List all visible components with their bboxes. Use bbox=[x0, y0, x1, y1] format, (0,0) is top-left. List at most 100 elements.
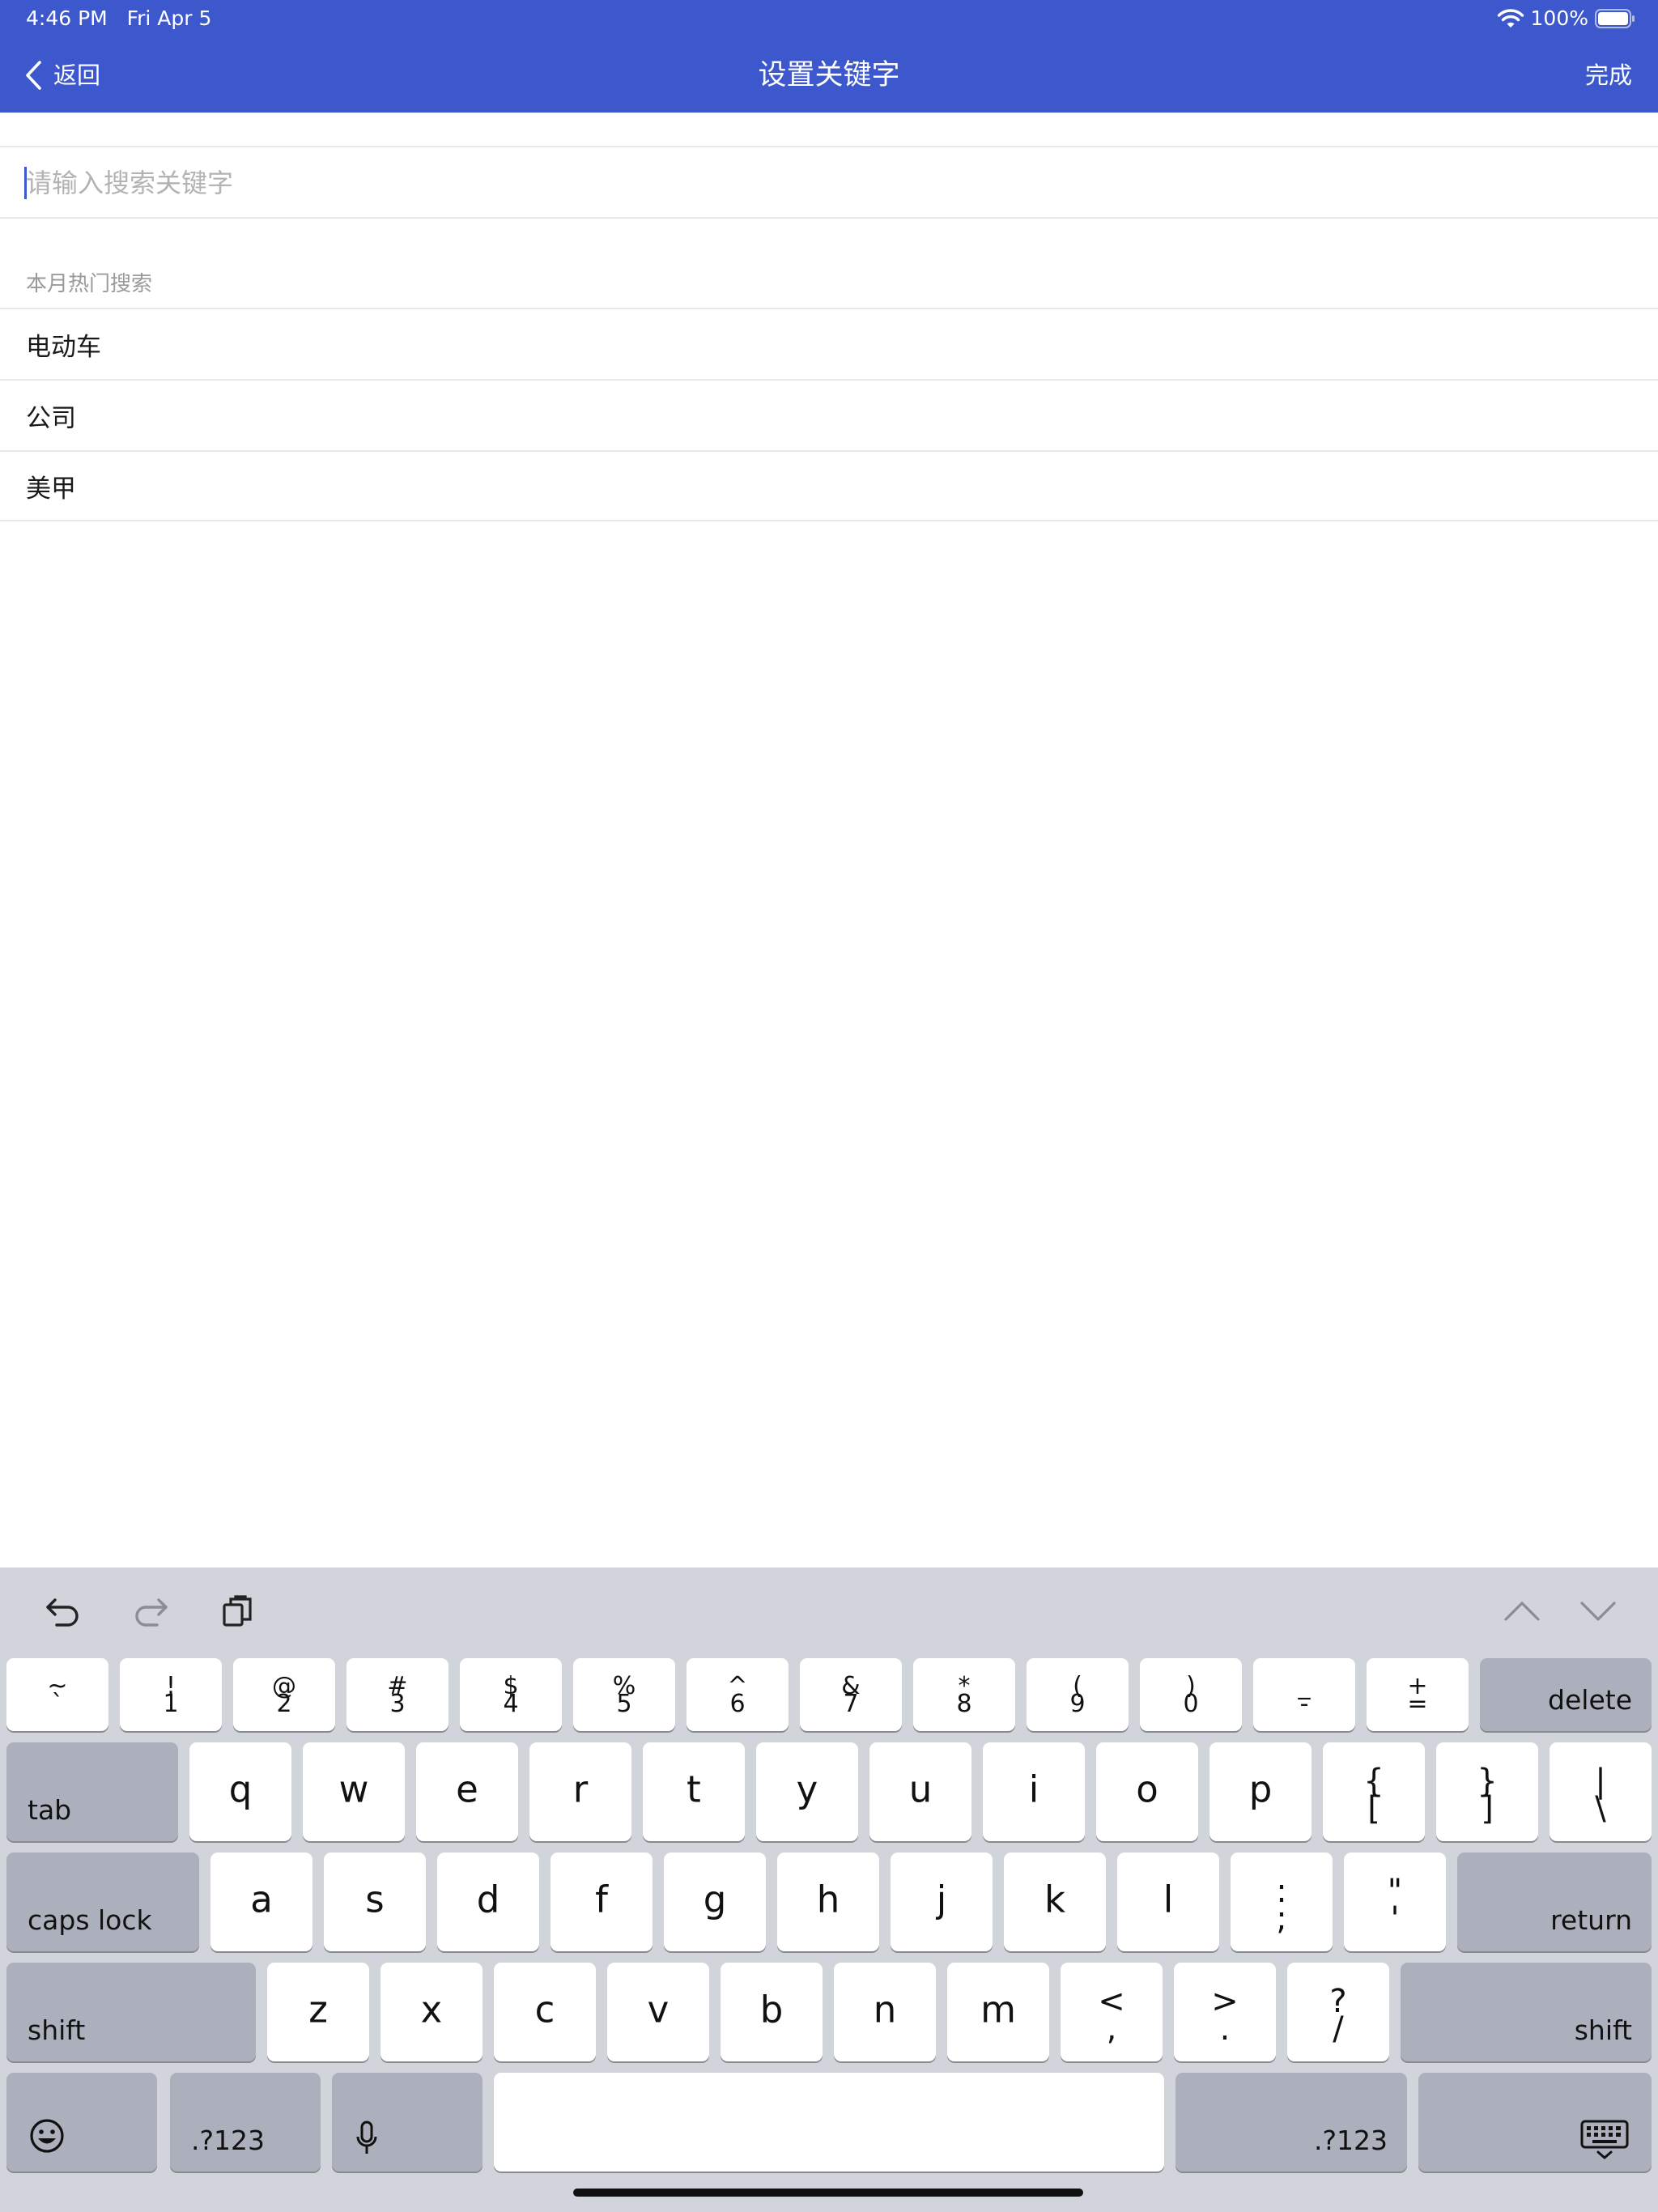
return-key[interactable]: return bbox=[1457, 1853, 1652, 1951]
key-base-label: 3 bbox=[389, 1690, 406, 1718]
wifi-icon bbox=[1497, 9, 1524, 28]
key-q[interactable]: q bbox=[189, 1742, 291, 1841]
key-d[interactable]: d bbox=[437, 1853, 539, 1951]
key-e[interactable]: e bbox=[416, 1742, 518, 1841]
key-label: x bbox=[420, 1988, 443, 2031]
key-`[interactable]: ~ ` bbox=[6, 1658, 108, 1731]
hot-search-item-label: 电动车 bbox=[26, 332, 101, 362]
key-semicolon[interactable]: :; bbox=[1231, 1853, 1333, 1951]
key-[-symbol[interactable]: {[ bbox=[1323, 1742, 1425, 1841]
caps-lock-key[interactable]: caps lock bbox=[6, 1853, 199, 1951]
key-y[interactable]: y bbox=[756, 1742, 858, 1841]
battery-percentage: 100% bbox=[1530, 6, 1588, 30]
key-1[interactable]: ! 1 bbox=[120, 1658, 222, 1731]
key-base-label: - bbox=[1299, 1690, 1309, 1718]
home-indicator bbox=[573, 2189, 1083, 2197]
previous-field-button[interactable] bbox=[1501, 1590, 1543, 1632]
key-l[interactable]: l bbox=[1117, 1853, 1219, 1951]
key-w[interactable]: w bbox=[303, 1742, 405, 1841]
key-c[interactable]: c bbox=[494, 1963, 596, 2061]
key-b[interactable]: b bbox=[721, 1963, 823, 2061]
key--[interactable]: _ - bbox=[1253, 1658, 1355, 1731]
numbers-key-label: .?123 bbox=[191, 2125, 265, 2156]
key-j[interactable]: j bbox=[891, 1853, 993, 1951]
key-2[interactable]: @2 bbox=[233, 1658, 335, 1731]
key-8[interactable]: * 8 bbox=[913, 1658, 1015, 1731]
dictation-key[interactable] bbox=[332, 2073, 483, 2172]
key-=[interactable]: + = bbox=[1367, 1658, 1469, 1731]
status-date-text: Fri Apr 5 bbox=[126, 6, 212, 30]
hot-search-item[interactable]: 美甲 bbox=[0, 450, 1658, 521]
key-k[interactable]: k bbox=[1004, 1853, 1106, 1951]
key-i[interactable]: i bbox=[983, 1742, 1085, 1841]
key-comma[interactable]: <, bbox=[1061, 1963, 1163, 2061]
key-r[interactable]: r bbox=[529, 1742, 631, 1841]
key-base-label: 4 bbox=[503, 1690, 519, 1718]
key-quote[interactable]: " ' bbox=[1344, 1853, 1446, 1951]
delete-key[interactable]: delete bbox=[1480, 1658, 1652, 1731]
key-3[interactable]: #3 bbox=[346, 1658, 449, 1731]
key-h[interactable]: h bbox=[777, 1853, 879, 1951]
key-4[interactable]: $4 bbox=[460, 1658, 562, 1731]
key-label: c bbox=[534, 1988, 555, 2031]
key-label: u bbox=[908, 1767, 933, 1811]
tab-key[interactable]: tab bbox=[6, 1742, 178, 1841]
next-field-button[interactable] bbox=[1577, 1590, 1619, 1632]
delete-key-label: delete bbox=[1548, 1684, 1632, 1716]
key-label: i bbox=[1028, 1767, 1039, 1811]
emoji-key[interactable] bbox=[6, 2073, 157, 2172]
key-p[interactable]: p bbox=[1209, 1742, 1312, 1841]
caps-lock-key-label: caps lock bbox=[28, 1904, 152, 1936]
key-t[interactable]: t bbox=[643, 1742, 745, 1841]
redo-icon bbox=[135, 1598, 168, 1627]
key-label: g bbox=[703, 1878, 727, 1921]
key-\-symbol[interactable]: | \ bbox=[1550, 1742, 1652, 1841]
paste-button[interactable] bbox=[217, 1590, 259, 1632]
keyboard-dismiss-key[interactable] bbox=[1418, 2073, 1652, 2172]
key-]-symbol[interactable]: }] bbox=[1436, 1742, 1538, 1841]
key-base-label: = bbox=[1407, 1690, 1428, 1718]
key-6[interactable]: ^ 6 bbox=[687, 1658, 789, 1731]
key-o[interactable]: o bbox=[1096, 1742, 1198, 1841]
key-7[interactable]: & 7 bbox=[800, 1658, 902, 1731]
shift-left-key[interactable]: shift bbox=[6, 1963, 256, 2061]
shift-right-key[interactable]: shift bbox=[1401, 1963, 1652, 2061]
key-base-label: ] bbox=[1481, 1790, 1494, 1827]
key-m[interactable]: m bbox=[947, 1963, 1049, 2061]
key-period[interactable]: >. bbox=[1174, 1963, 1276, 2061]
microphone-icon bbox=[356, 2121, 377, 2154]
key-base-label: , bbox=[1106, 2010, 1117, 2048]
key-label: a bbox=[250, 1878, 273, 1921]
status-bar: 4:46 PM Fri Apr 5 100% bbox=[0, 0, 1658, 39]
numbers-key-right[interactable]: .?123 bbox=[1175, 2073, 1407, 2172]
hot-search-item[interactable]: 公司 bbox=[0, 379, 1658, 450]
page-title: 设置关键字 bbox=[758, 59, 900, 91]
done-button[interactable]: 完成 bbox=[1585, 58, 1632, 92]
key-a[interactable]: a bbox=[210, 1853, 312, 1951]
numbers-key-left[interactable]: .?123 bbox=[170, 2073, 321, 2172]
key-u[interactable]: u bbox=[869, 1742, 971, 1841]
redo-button[interactable] bbox=[130, 1590, 172, 1632]
key-base-label: ` bbox=[51, 1690, 64, 1718]
key-x[interactable]: x bbox=[380, 1963, 483, 2061]
key-n[interactable]: n bbox=[834, 1963, 936, 2061]
status-time: 4:46 PM Fri Apr 5 bbox=[26, 6, 211, 31]
key-v[interactable]: v bbox=[607, 1963, 709, 2061]
space-bar[interactable] bbox=[494, 2073, 1164, 2172]
key-0[interactable]: ) 0 bbox=[1140, 1658, 1242, 1731]
key-slash[interactable]: ? / bbox=[1287, 1963, 1389, 2061]
search-input[interactable] bbox=[24, 162, 1562, 204]
key-s[interactable]: s bbox=[324, 1853, 426, 1951]
key-9[interactable]: (9 bbox=[1027, 1658, 1129, 1731]
emoji-icon-wrap bbox=[6, 2073, 157, 2172]
undo-button[interactable] bbox=[42, 1590, 84, 1632]
numbers-key-label: .?123 bbox=[1314, 2125, 1388, 2156]
key-label: h bbox=[816, 1878, 840, 1921]
keyboard-shortcut-bar bbox=[0, 1568, 1658, 1655]
key-5[interactable]: % 5 bbox=[573, 1658, 675, 1731]
key-f[interactable]: f bbox=[551, 1853, 653, 1951]
key-z[interactable]: z bbox=[267, 1963, 369, 2061]
key-g[interactable]: g bbox=[664, 1853, 766, 1951]
key-base-label: 8 bbox=[956, 1690, 972, 1718]
hot-search-item[interactable]: 电动车 bbox=[0, 308, 1658, 379]
